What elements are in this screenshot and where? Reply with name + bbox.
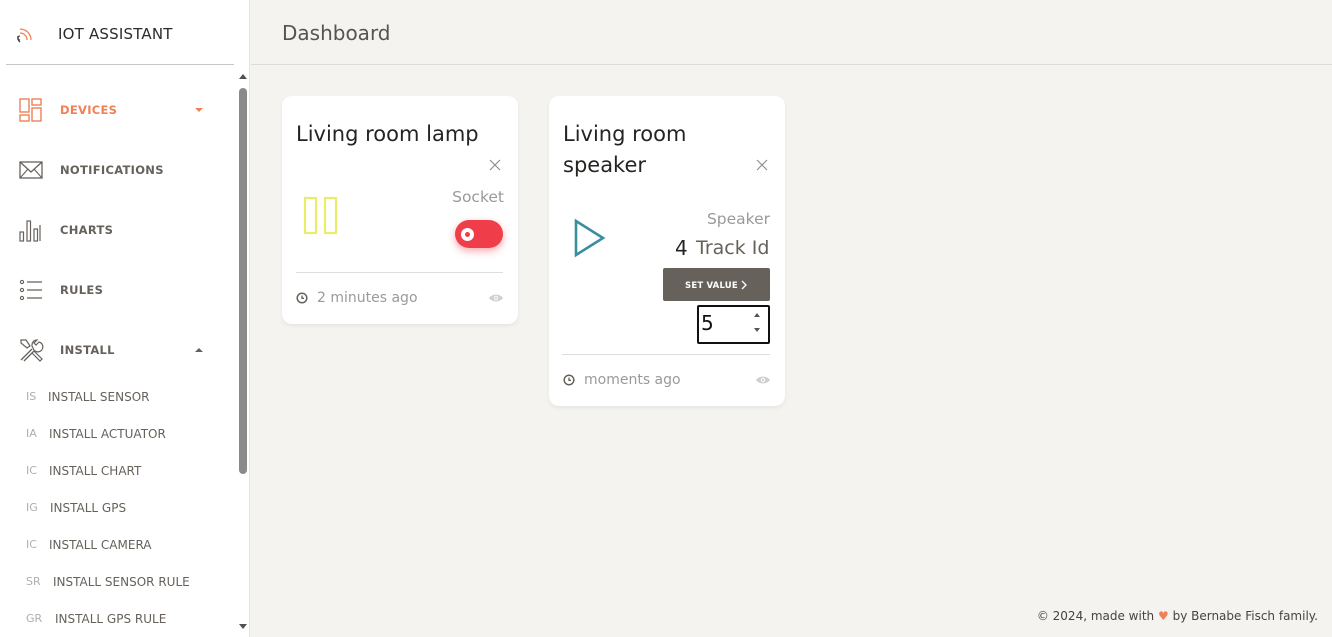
sub-item-label: INSTALL CAMERA — [49, 538, 152, 552]
footer: © 2024, made with ♥ by Bernabe Fisch fam… — [1037, 609, 1318, 623]
app-title: IOT ASSISTANT — [58, 25, 173, 43]
sidebar-item-charts[interactable]: CHARTS — [0, 210, 232, 250]
clock-icon — [296, 292, 308, 304]
devices-grid-icon — [19, 98, 42, 122]
last-updated: moments ago — [584, 372, 681, 388]
play-icon[interactable] — [573, 218, 607, 258]
card-divider — [562, 354, 770, 355]
track-id-input-field[interactable] — [701, 310, 741, 336]
sub-item-label: INSTALL ACTUATOR — [49, 427, 166, 441]
sub-item-abbr: SR — [26, 575, 41, 588]
sub-item-label: INSTALL SENSOR — [48, 390, 150, 404]
toggle-knob-dot — [465, 232, 470, 237]
card-title-line2: speaker — [563, 153, 647, 177]
envelope-icon — [19, 161, 43, 179]
sub-item-label: INSTALL GPS RULE — [55, 612, 167, 626]
caret-up-icon — [195, 348, 203, 352]
track-id-label: Track Id — [696, 237, 770, 259]
spin-up-icon[interactable] — [754, 313, 760, 317]
pause-icon — [303, 196, 338, 235]
device-card-lamp: Living room lamp Socket 2 minutes ago — [282, 96, 518, 324]
eye-icon[interactable] — [755, 375, 771, 385]
logo[interactable]: IOT ASSISTANT — [6, 3, 234, 65]
close-icon[interactable] — [756, 159, 768, 171]
sidebar-item-label: RULES — [60, 283, 104, 297]
device-card-speaker: Living room speaker Speaker 4 Track Id S… — [549, 96, 785, 406]
track-id-number-input[interactable] — [697, 305, 770, 344]
card-title: Living room lamp — [296, 122, 479, 146]
sub-item-install-gps[interactable]: IG INSTALL GPS — [0, 495, 232, 521]
card-title-line1: Living room — [563, 122, 687, 146]
sub-item-abbr: IS — [26, 390, 37, 403]
sub-item-install-gps-rule[interactable]: GR INSTALL GPS RULE — [0, 606, 232, 632]
sidebar-item-install[interactable]: INSTALL — [0, 330, 232, 370]
sub-item-label: INSTALL SENSOR RULE — [53, 575, 190, 589]
sidebar-item-label: CHARTS — [60, 223, 114, 237]
sidebar-item-notifications[interactable]: NOTIFICATIONS — [0, 150, 232, 190]
page-title: Dashboard — [282, 21, 391, 45]
set-value-label: SET VALUE — [685, 281, 738, 291]
caret-down-icon — [195, 108, 203, 112]
bar-chart-icon — [19, 220, 41, 242]
sub-item-abbr: IC — [26, 538, 37, 551]
top-navbar: Dashboard — [251, 0, 1332, 65]
footer-suffix: by Bernabe Fisch family. — [1172, 609, 1318, 623]
sidebar-item-label: INSTALL — [60, 343, 115, 357]
track-id-value: 4 — [675, 236, 688, 260]
sub-item-install-camera[interactable]: IC INSTALL CAMERA — [0, 532, 232, 558]
sidebar: IOT ASSISTANT DEVICES NOTIFICATIONS CHAR… — [0, 0, 250, 637]
sidebar-item-label: NOTIFICATIONS — [60, 163, 164, 177]
sidebar-item-devices[interactable]: DEVICES — [0, 90, 232, 130]
device-type: Speaker — [706, 210, 770, 228]
set-value-button[interactable]: SET VALUE — [663, 268, 770, 301]
last-updated: 2 minutes ago — [317, 290, 418, 306]
scroll-thumb[interactable] — [239, 88, 247, 474]
signal-icon — [17, 28, 32, 43]
sub-item-install-sensor[interactable]: IS INSTALL SENSOR — [0, 384, 232, 410]
sub-item-install-actuator[interactable]: IA INSTALL ACTUATOR — [0, 421, 232, 447]
power-toggle[interactable] — [455, 220, 503, 248]
sub-item-label: INSTALL CHART — [49, 464, 142, 478]
device-type: Socket — [452, 188, 504, 206]
tools-icon — [20, 339, 44, 362]
sub-item-abbr: IG — [26, 501, 38, 514]
sidebar-item-rules[interactable]: RULES — [0, 270, 232, 310]
sidebar-scrollbar[interactable] — [237, 70, 249, 637]
sidebar-item-label: DEVICES — [60, 103, 118, 117]
eye-icon[interactable] — [488, 293, 504, 303]
clock-icon — [563, 374, 575, 386]
sub-item-label: INSTALL GPS — [50, 501, 127, 515]
spin-down-icon[interactable] — [754, 328, 760, 332]
heart-icon: ♥ — [1157, 609, 1169, 623]
sub-item-abbr: IC — [26, 464, 37, 477]
chevron-right-icon — [741, 280, 747, 290]
scroll-down-arrow-icon[interactable] — [239, 624, 247, 629]
sub-item-install-chart[interactable]: IC INSTALL CHART — [0, 458, 232, 484]
sub-item-abbr: GR — [26, 612, 43, 625]
scroll-up-arrow-icon[interactable] — [239, 74, 247, 79]
footer-prefix: © 2024, made with — [1036, 609, 1155, 623]
close-icon[interactable] — [489, 159, 501, 171]
list-icon — [19, 279, 42, 301]
sub-item-install-sensor-rule[interactable]: SR INSTALL SENSOR RULE — [0, 569, 232, 595]
sub-item-abbr: IA — [26, 427, 37, 440]
card-divider — [296, 272, 503, 273]
